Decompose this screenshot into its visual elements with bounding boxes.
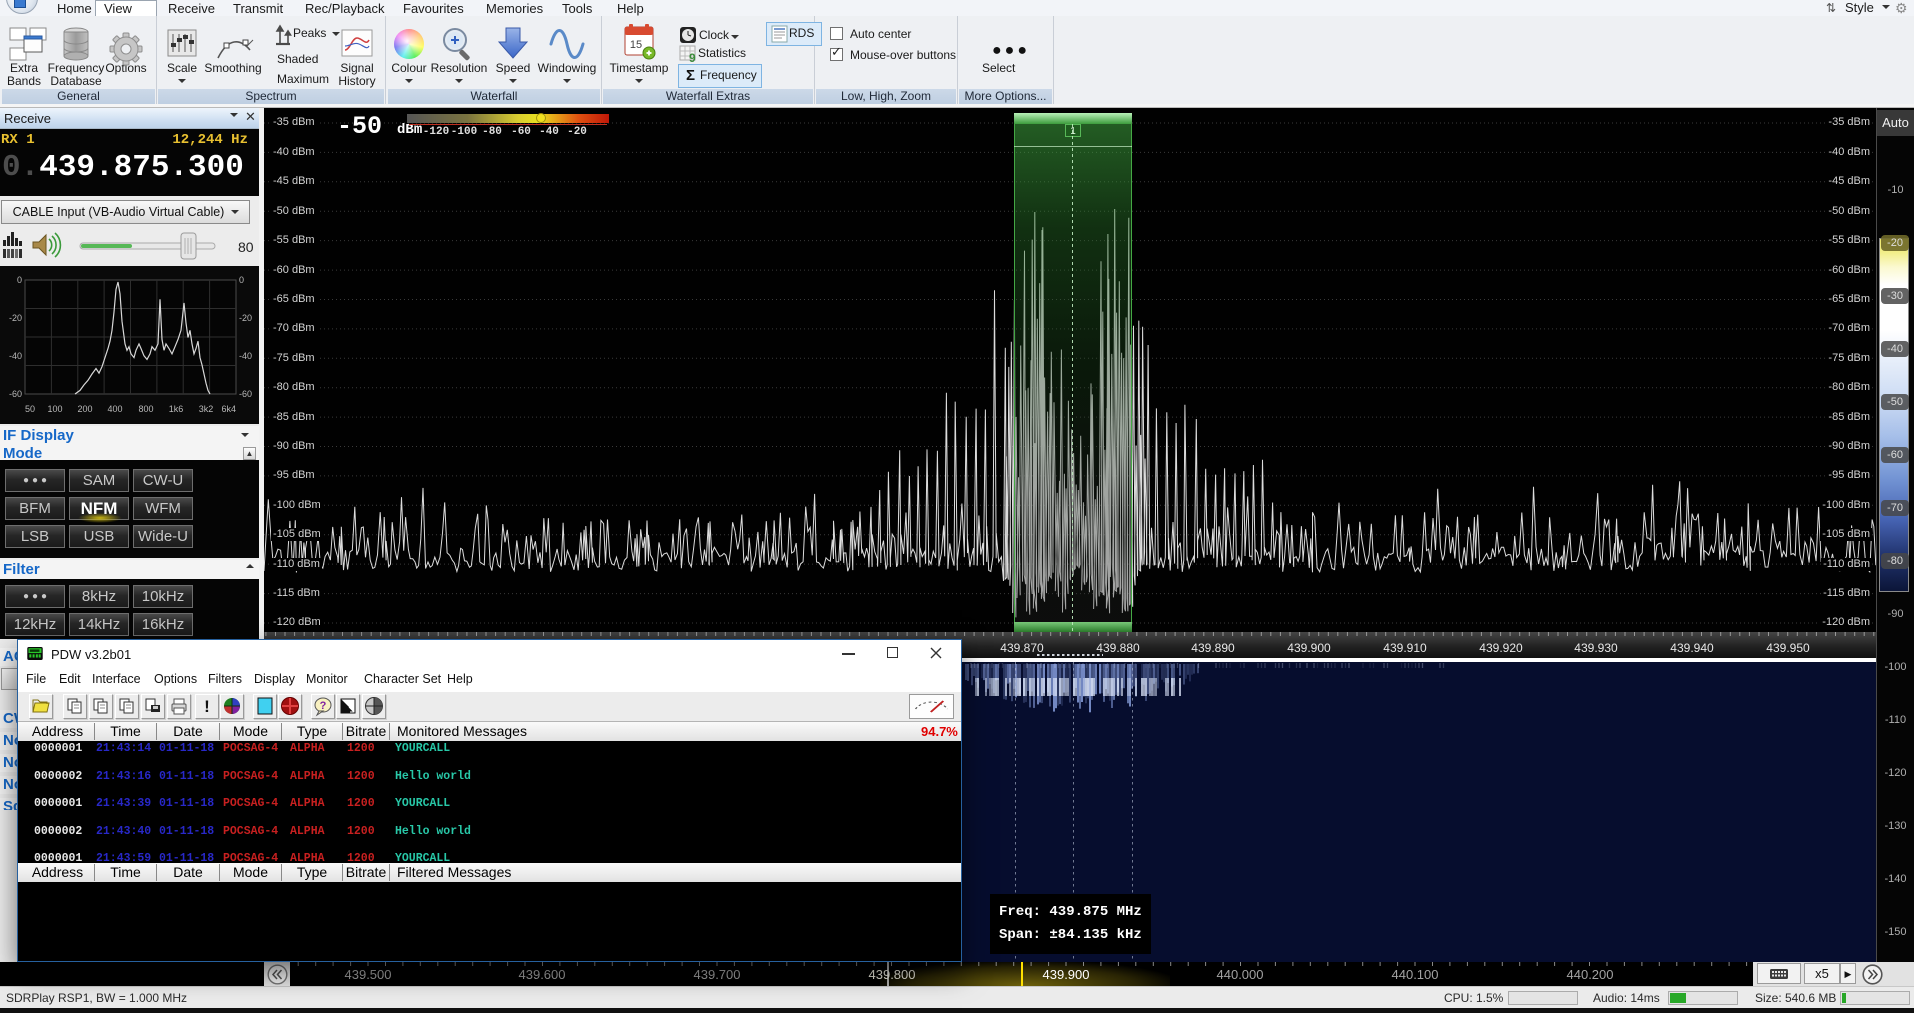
svg-text:200: 200 [77, 404, 92, 414]
svg-text:15: 15 [630, 39, 642, 51]
svg-text:0: 0 [239, 275, 244, 285]
svg-text:50: 50 [25, 404, 35, 414]
svg-text:6k4: 6k4 [221, 404, 236, 414]
svg-text:80: 80 [238, 239, 254, 255]
svg-text:-60: -60 [239, 389, 252, 399]
svg-text:0: 0 [17, 275, 22, 285]
svg-text:3k2: 3k2 [199, 404, 214, 414]
svg-text:1k6: 1k6 [169, 404, 184, 414]
svg-text:-40: -40 [239, 351, 252, 361]
svg-text:-60: -60 [9, 389, 22, 399]
svg-text:?: ? [320, 700, 327, 712]
svg-text:-40: -40 [9, 351, 22, 361]
svg-text:-20: -20 [239, 313, 252, 323]
svg-text:100: 100 [47, 404, 62, 414]
svg-text:400: 400 [107, 404, 122, 414]
svg-text:800: 800 [138, 404, 153, 414]
svg-text:9: 9 [689, 51, 696, 65]
svg-text:!: ! [204, 697, 210, 716]
svg-text:-20: -20 [9, 313, 22, 323]
